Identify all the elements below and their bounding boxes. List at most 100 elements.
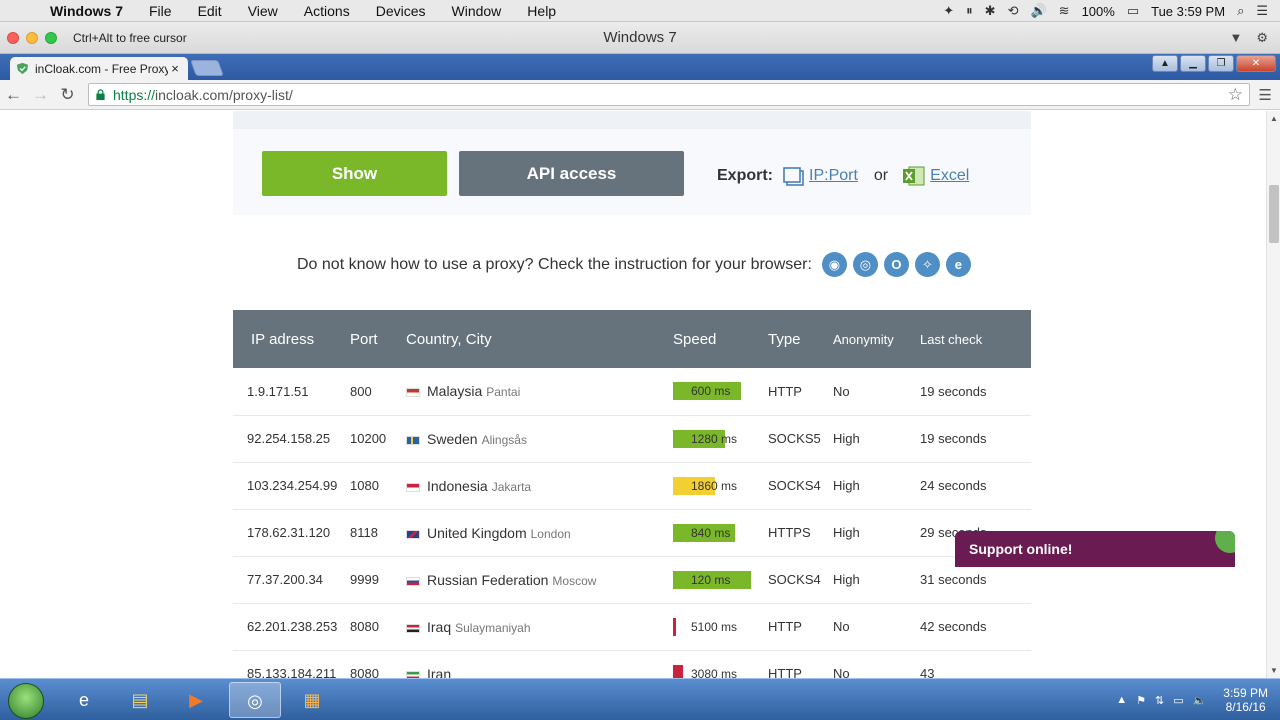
close-window-button[interactable] <box>7 32 19 44</box>
notification-center-icon[interactable]: ☰ <box>1256 3 1268 19</box>
reload-icon[interactable]: ↻ <box>54 85 81 105</box>
header-speed[interactable]: Speed <box>673 310 768 368</box>
address-bar[interactable]: https:// incloak.com/proxy-list/ ☆ <box>88 83 1250 106</box>
chrome-taskbar-icon[interactable]: ◎ <box>229 682 281 718</box>
explorer-folder-icon[interactable]: ▤ <box>114 682 166 718</box>
table-row[interactable]: 103.234.254.99 1080 Indonesia Jakarta 186… <box>233 462 1031 510</box>
flag-icon[interactable]: ⚑ <box>1136 694 1146 707</box>
cell-last-check: 19 seconds <box>920 415 1031 463</box>
header-last-check[interactable]: Last check <box>920 310 1031 368</box>
menu-edit[interactable]: Edit <box>185 3 235 19</box>
opera-icon[interactable]: O <box>883 252 909 277</box>
cell-country: United Kingdom London <box>406 509 673 557</box>
country-name: Iran <box>427 665 452 679</box>
cell-ip[interactable]: 178.62.31.120 <box>233 509 350 557</box>
internet-explorer-taskbar-icon[interactable]: e <box>58 682 110 718</box>
tray-expand-icon[interactable]: ▲ <box>1116 694 1127 706</box>
table-row[interactable]: 1.9.171.51 800 Malaysia Pantai 600 ms HTT… <box>233 368 1031 416</box>
ip-port-icon[interactable] <box>783 165 805 187</box>
usb-icon[interactable]: ⇅ <box>1155 694 1164 707</box>
table-row[interactable]: 85.133.184.211 8080 Iran 3080 ms HTTP No… <box>233 650 1031 678</box>
cell-last-check: 42 seconds <box>920 603 1031 651</box>
russia-flag-icon <box>406 576 420 586</box>
speed-value: 840 ms <box>691 525 731 540</box>
excel-icon[interactable] <box>902 164 926 188</box>
user-icon[interactable]: ▲ <box>1152 55 1178 72</box>
cell-ip[interactable]: 103.234.254.99 <box>233 462 350 510</box>
network-icon[interactable]: ▭ <box>1173 694 1183 707</box>
scroll-thumb[interactable] <box>1269 185 1279 243</box>
volume-icon-tray[interactable]: 🔈 <box>1193 694 1207 707</box>
menu-window[interactable]: Window <box>439 3 515 19</box>
menu-view[interactable]: View <box>235 3 291 19</box>
cell-anonymity: High <box>833 556 920 604</box>
browser-tabstrip: inCloak.com - Free Proxy × ▲ ▁ ❐ ✕ <box>0 54 1280 80</box>
cell-ip[interactable]: 85.133.184.211 <box>233 650 350 678</box>
table-row[interactable]: 92.254.158.25 10200 Sweden Alingsås 1280 … <box>233 415 1031 463</box>
cell-ip[interactable]: 77.37.200.34 <box>233 556 350 604</box>
speed-value: 600 ms <box>691 384 731 399</box>
battery-percent[interactable]: 100% <box>1082 4 1115 19</box>
media-player-icon[interactable]: ▶ <box>170 682 222 718</box>
tab-close-icon[interactable]: × <box>168 61 182 76</box>
header-port[interactable]: Port <box>350 310 406 368</box>
start-button[interactable] <box>8 683 44 719</box>
support-text: Support online! <box>969 541 1073 557</box>
minimize-icon[interactable]: ▁ <box>1180 55 1206 72</box>
minimize-window-button[interactable] <box>26 32 38 44</box>
back-arrow-icon[interactable]: ← <box>0 85 27 105</box>
scroll-up-arrow-icon[interactable]: ▲ <box>1270 114 1278 123</box>
page-scrollbar[interactable]: ▲ ▼ <box>1266 111 1280 678</box>
export-ip-port-link[interactable]: IP:Port <box>809 167 858 185</box>
safari-icon[interactable]: ✧ <box>914 252 940 277</box>
support-chat-widget[interactable]: Support online! <box>955 531 1235 567</box>
menu-file[interactable]: File <box>136 3 185 19</box>
chrome-menu-icon[interactable]: ☰ <box>1259 86 1272 104</box>
table-row[interactable]: 178.62.31.120 8118 United Kingdom London … <box>233 509 1031 557</box>
menu-devices[interactable]: Devices <box>363 3 439 19</box>
menu-app[interactable]: Windows 7 <box>50 3 136 19</box>
internet-explorer-icon[interactable]: e <box>945 252 971 277</box>
new-tab-button[interactable] <box>190 60 224 76</box>
country-name: United Kingdom <box>427 524 527 541</box>
close-icon[interactable]: ✕ <box>1236 55 1276 72</box>
url-scheme: https:// <box>113 86 156 103</box>
time-machine-icon[interactable]: ⟲ <box>1008 3 1019 19</box>
cell-anonymity: High <box>833 415 920 463</box>
header-anonymity[interactable]: Anonymity <box>833 310 920 368</box>
bookmark-star-icon[interactable]: ☆ <box>1228 85 1243 105</box>
table-row[interactable]: 77.37.200.34 9999 Russian Federation Mosc… <box>233 556 1031 604</box>
chevron-down-icon[interactable]: ▼ <box>1229 30 1242 46</box>
cell-ip[interactable]: 1.9.171.51 <box>233 368 350 416</box>
cell-ip[interactable]: 92.254.158.25 <box>233 415 350 463</box>
header-country[interactable]: Country, City <box>406 310 673 368</box>
bluetooth-icon[interactable]: ✱ <box>985 3 996 19</box>
zoom-window-button[interactable] <box>45 32 57 44</box>
api-access-button[interactable]: API access <box>459 151 684 196</box>
show-button[interactable]: Show <box>262 151 447 196</box>
menu-help[interactable]: Help <box>514 3 569 19</box>
battery-icon[interactable]: ▭ <box>1127 3 1139 19</box>
wifi-icon[interactable]: ≋ <box>1059 3 1070 19</box>
dropbox-icon[interactable]: ✦ <box>943 3 954 19</box>
export-excel-link[interactable]: Excel <box>930 167 969 185</box>
gear-icon[interactable]: ⚙ <box>1256 30 1268 46</box>
chrome-icon[interactable]: ◎ <box>852 252 878 277</box>
cell-ip[interactable]: 62.201.238.253 <box>233 603 350 651</box>
city-name: London <box>530 526 571 541</box>
table-row[interactable]: 62.201.238.253 8080 Iraq Sulaymaniyah 510… <box>233 603 1031 651</box>
taskbar-clock[interactable]: 3:59 PM 8/16/16 <box>1223 686 1268 714</box>
pause-icon[interactable]: ⏸ <box>966 3 973 19</box>
spotlight-icon[interactable]: ⌕ <box>1237 3 1244 19</box>
scroll-down-arrow-icon[interactable]: ▼ <box>1270 666 1278 675</box>
mac-clock[interactable]: Tue 3:59 PM <box>1151 4 1225 19</box>
browser-tab-active[interactable]: inCloak.com - Free Proxy × <box>10 57 188 80</box>
forward-arrow-icon[interactable]: → <box>27 85 54 105</box>
firefox-icon[interactable]: ◉ <box>821 252 847 277</box>
volume-icon[interactable]: 🔊 <box>1030 3 1046 19</box>
menu-actions[interactable]: Actions <box>291 3 363 19</box>
office-taskbar-icon[interactable]: ▦ <box>286 682 338 718</box>
restore-icon[interactable]: ❐ <box>1208 55 1234 72</box>
header-ip[interactable]: IP adress <box>233 310 350 368</box>
header-type[interactable]: Type <box>768 310 833 368</box>
